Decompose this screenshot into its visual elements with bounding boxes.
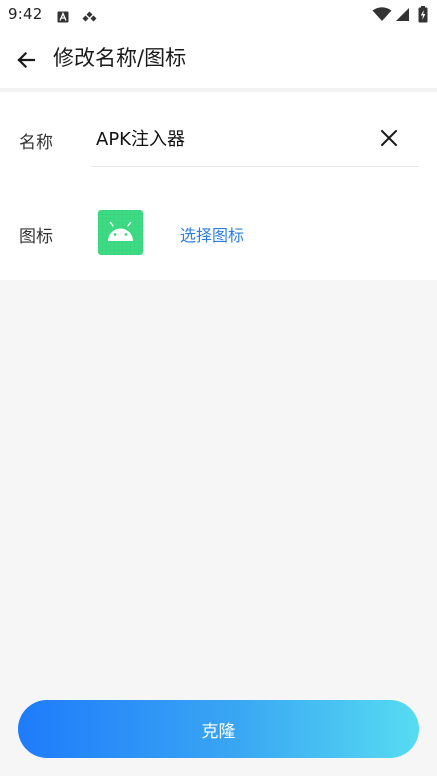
a-notification-icon [57, 8, 69, 27]
app-bar: 修改名称/图标 [0, 32, 437, 88]
choose-icon-link[interactable]: 选择图标 [180, 222, 244, 246]
back-button[interactable] [10, 44, 42, 76]
form-card: 名称 图标 选择图标 [0, 92, 437, 280]
icon-label: 图标 [19, 227, 53, 247]
battery-charging-icon [418, 6, 428, 27]
android-icon[interactable] [98, 210, 143, 255]
diamond-app-icon [82, 8, 97, 27]
cell-signal-icon [395, 7, 410, 26]
wifi-icon [372, 7, 392, 26]
clone-button[interactable]: 克隆 [18, 700, 419, 758]
page-title: 修改名称/图标 [53, 46, 187, 70]
name-input[interactable] [91, 116, 366, 160]
name-label: 名称 [19, 133, 53, 153]
status-bar: 9:42 [0, 0, 437, 32]
name-input-underline [91, 166, 419, 167]
arrow-back-icon [17, 51, 36, 69]
clear-name-button[interactable] [373, 122, 405, 154]
status-time: 9:42 [8, 5, 43, 23]
close-icon [381, 130, 397, 146]
